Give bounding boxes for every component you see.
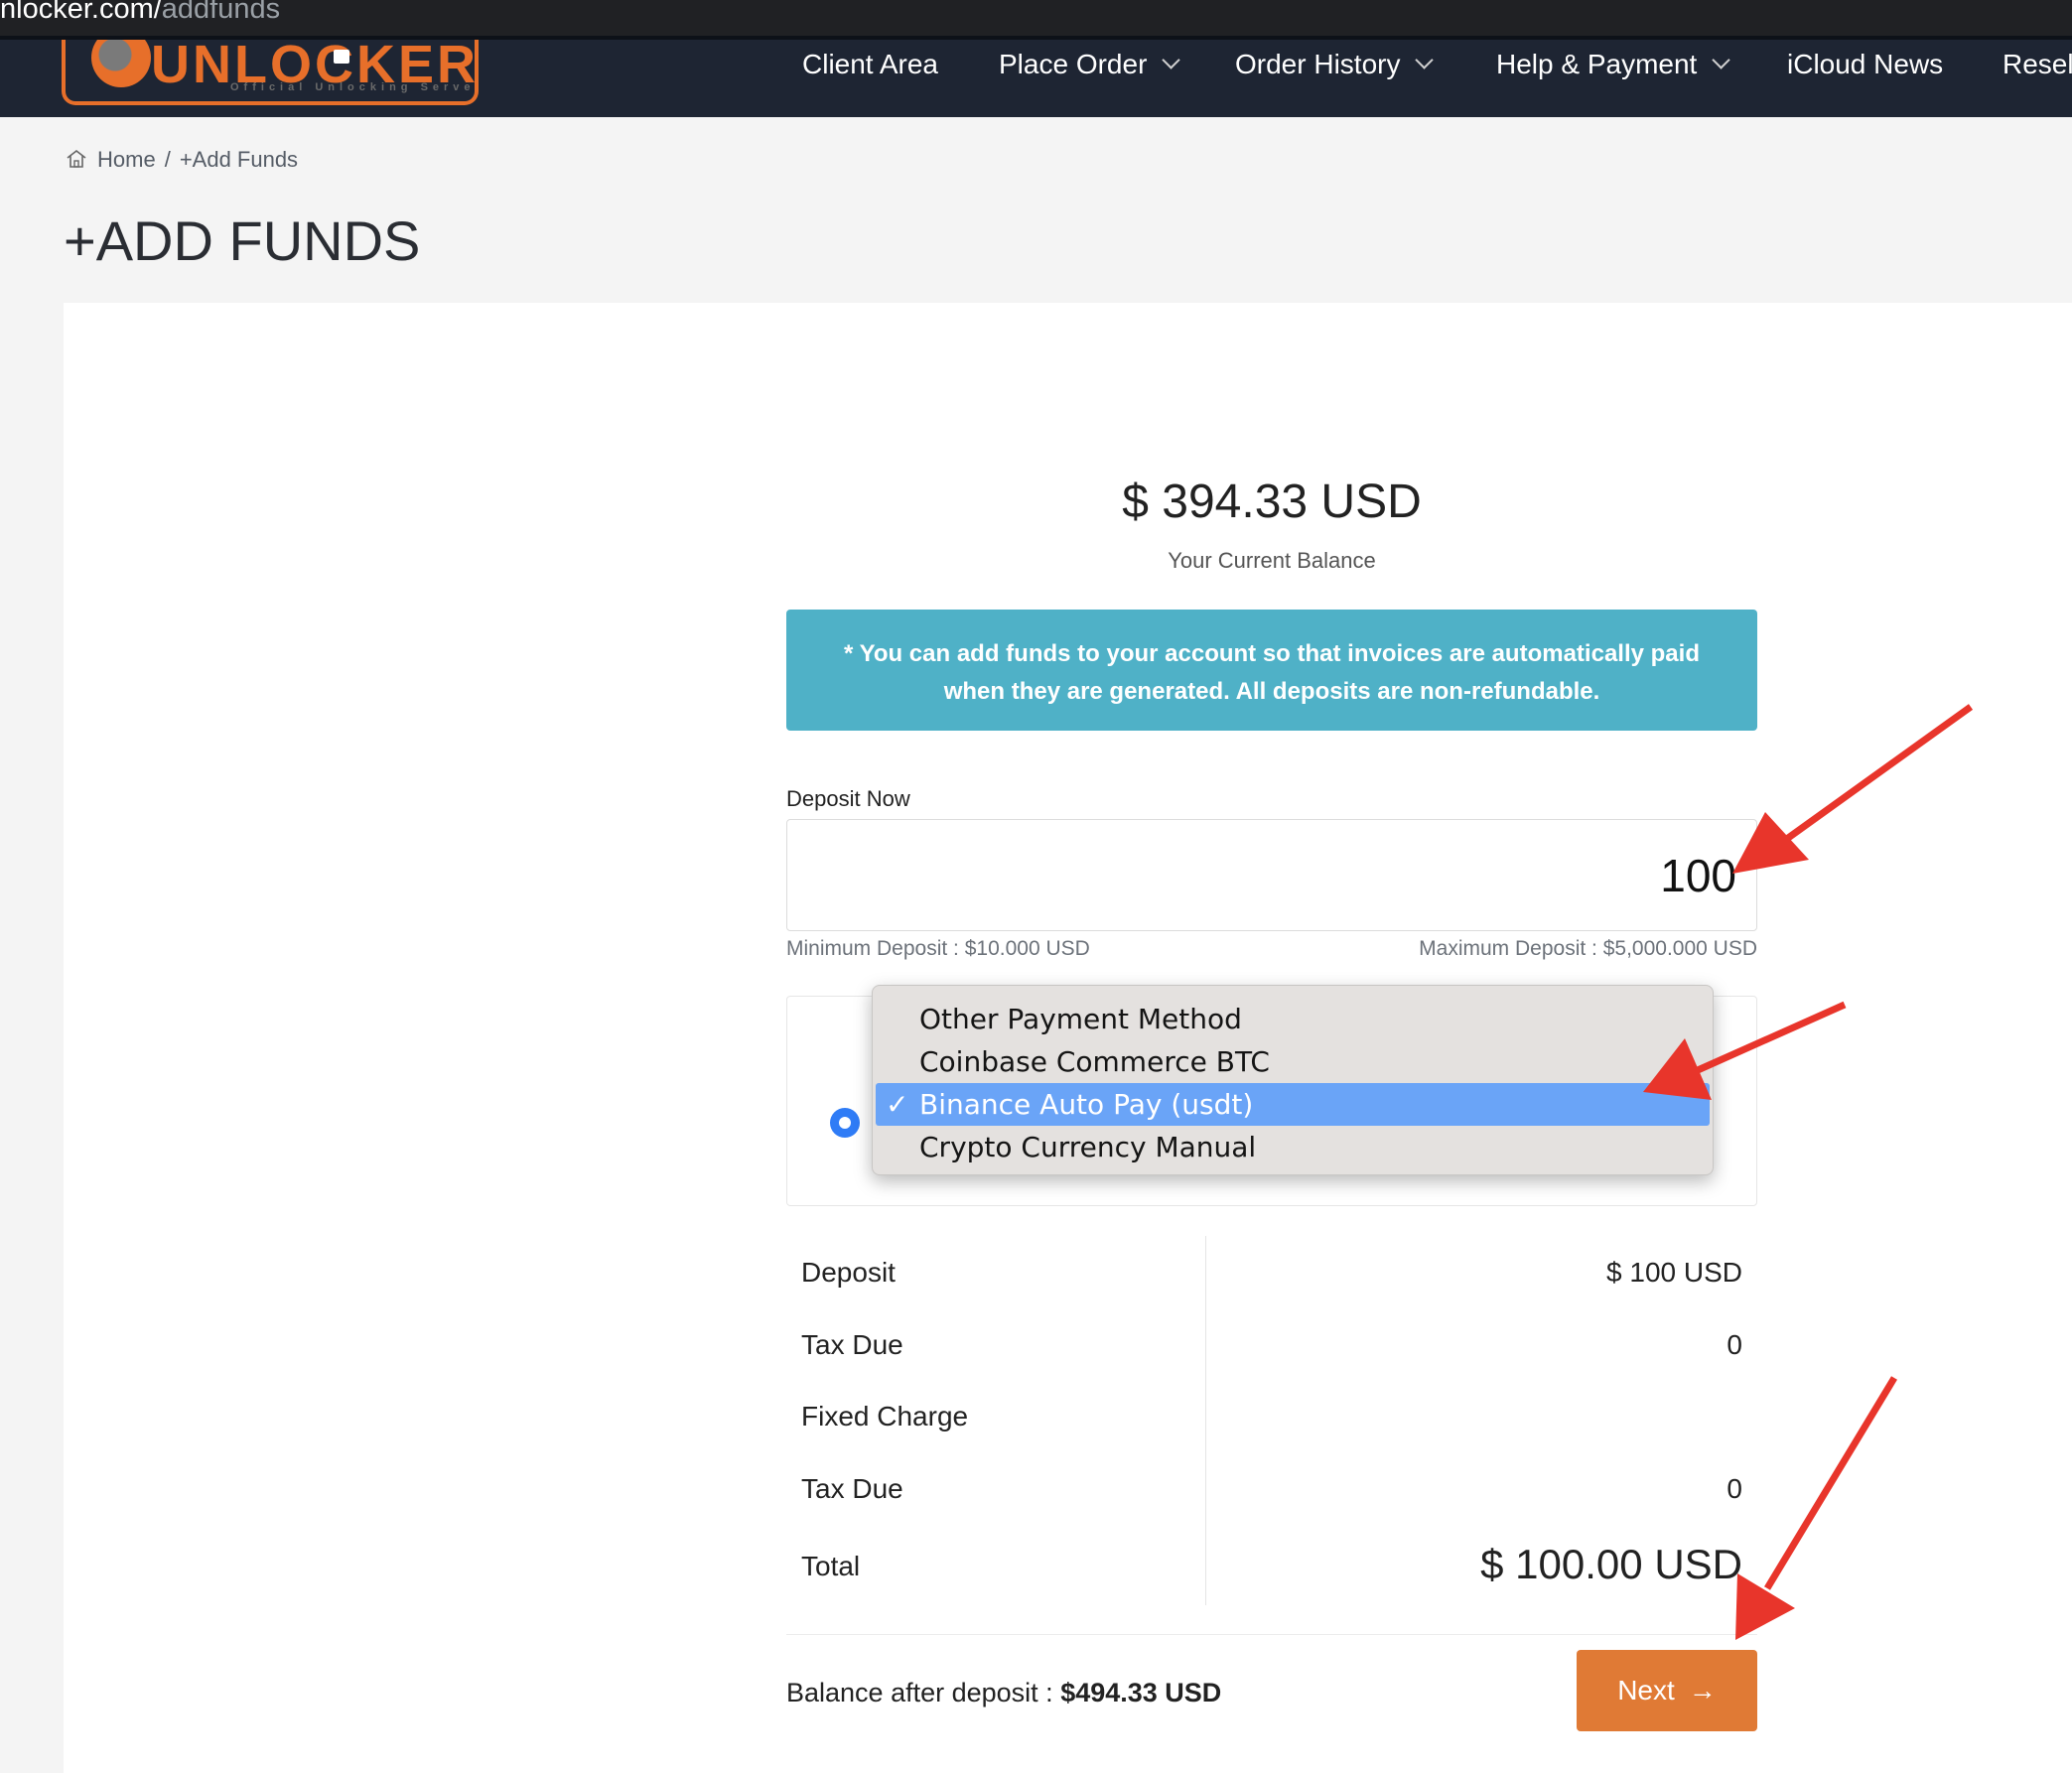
- option-binance-auto-pay[interactable]: ✓ Binance Auto Pay (usdt): [876, 1083, 1710, 1126]
- breadcrumb-home[interactable]: Home: [97, 147, 156, 172]
- chevron-down-icon: [1712, 51, 1731, 69]
- arrow-right-icon: →: [1688, 1675, 1717, 1705]
- balance-after-label: Balance after deposit :: [786, 1678, 1053, 1707]
- summary-tax-due-label: Tax Due: [801, 1329, 903, 1360]
- current-balance: $ 394.33 USD: [1122, 476, 1422, 528]
- next-button[interactable]: Next →: [1577, 1650, 1757, 1731]
- payment-method-radio[interactable]: [830, 1108, 860, 1138]
- summary-tax-due-2-value: 0: [1727, 1473, 1742, 1504]
- logo-mark-icon: [91, 40, 151, 87]
- logo-tagline: Official Unlocking Server: [230, 81, 479, 93]
- summary-tax-due-2-label: Tax Due: [801, 1473, 903, 1504]
- maximum-deposit-text: Maximum Deposit : $5,000.000 USD: [1419, 937, 1757, 960]
- option-coinbase-commerce-btc[interactable]: Coinbase Commerce BTC: [876, 1040, 1710, 1083]
- summary-column-divider: [1205, 1236, 1206, 1605]
- breadcrumb-current: +Add Funds: [179, 147, 299, 172]
- nav-place-order[interactable]: Place Order: [999, 40, 1181, 117]
- balance-after-value: $494.33 USD: [1060, 1678, 1222, 1707]
- deposit-label: Deposit Now: [786, 786, 910, 811]
- summary-total-label: Total: [801, 1551, 861, 1581]
- site-logo[interactable]: UNLOCKER Official Unlocking Server: [62, 40, 479, 105]
- summary-deposit-value: $ 100 USD: [1606, 1257, 1742, 1288]
- site-header: UNLOCKER Official Unlocking Server Clien…: [0, 36, 2072, 117]
- balance-after-deposit: Balance after deposit : $494.33 USD: [786, 1678, 1221, 1708]
- padlock-icon: [334, 50, 349, 64]
- summary-deposit-label: Deposit: [801, 1257, 896, 1288]
- payment-method-dropdown[interactable]: Other Payment Method Coinbase Commerce B…: [872, 985, 1714, 1175]
- summary-total-value: $ 100.00 USD: [1480, 1541, 1742, 1587]
- nav-help-payment[interactable]: Help & Payment: [1496, 40, 1731, 117]
- chevron-down-icon: [1415, 51, 1435, 69]
- footer-divider: [786, 1634, 1757, 1635]
- option-crypto-currency-manual[interactable]: Crypto Currency Manual: [876, 1126, 1710, 1168]
- nav-resell[interactable]: Resell: [2003, 40, 2072, 117]
- nav-order-history[interactable]: Order History: [1235, 40, 1435, 117]
- url-text: nlocker.com/addfunds: [0, 0, 281, 25]
- minimum-deposit-text: Minimum Deposit : $10.000 USD: [786, 937, 1090, 960]
- option-other-payment-method[interactable]: Other Payment Method: [876, 998, 1710, 1040]
- nav-icloud-news[interactable]: iCloud News: [1787, 40, 1943, 117]
- chevron-down-icon: [1162, 51, 1181, 69]
- browser-url-bar[interactable]: nlocker.com/addfunds: [0, 0, 2072, 36]
- deposit-amount-input[interactable]: [786, 819, 1757, 931]
- home-icon: [66, 148, 87, 176]
- page-title: +ADD FUNDS: [64, 209, 421, 272]
- checkmark-icon: ✓: [886, 1088, 909, 1121]
- current-balance-label: Your Current Balance: [1168, 548, 1376, 573]
- nav-client-area[interactable]: Client Area: [802, 40, 938, 117]
- info-notice: * You can add funds to your account so t…: [786, 610, 1757, 731]
- breadcrumb-separator: /: [164, 147, 171, 172]
- breadcrumb: Home / +Add Funds: [66, 147, 298, 177]
- summary-fixed-charge-label: Fixed Charge: [801, 1401, 969, 1432]
- summary-tax-due-value: 0: [1727, 1329, 1742, 1360]
